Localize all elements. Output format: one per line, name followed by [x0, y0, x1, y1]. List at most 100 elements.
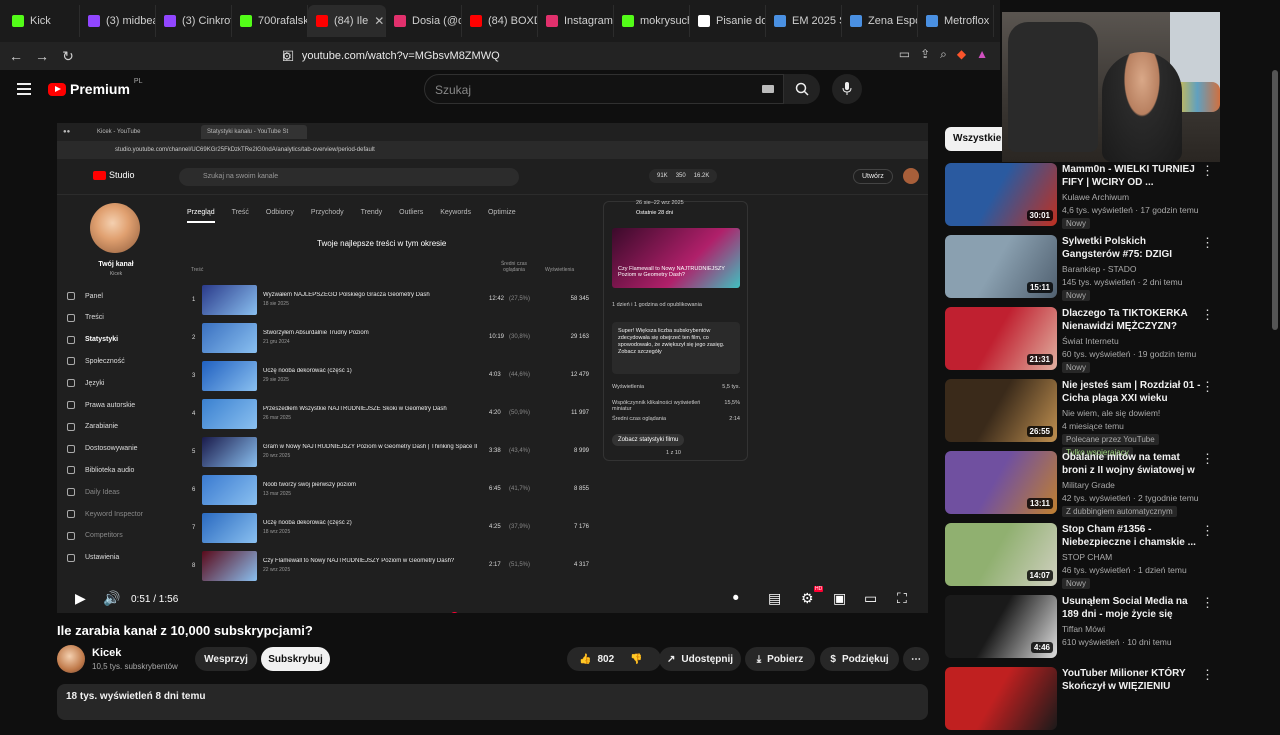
more-options-icon[interactable]: ⋮	[1201, 307, 1214, 323]
studio-sidebar-item: Biblioteka audio	[67, 463, 134, 477]
recommendation-channel[interactable]: Military Grade	[1062, 480, 1115, 490]
row-avg-percent: (27,5%)	[509, 296, 531, 302]
studio-sidebar-item: Treści	[67, 311, 104, 325]
tab-favicon-icon	[164, 15, 176, 27]
youtube-premium-logo[interactable]: Premium PL	[48, 78, 142, 97]
url-field[interactable]: ⚙ youtube.com/watch?v=MGbsvM8ZMWQ	[282, 46, 982, 66]
more-options-icon[interactable]: ⋮	[1201, 235, 1214, 251]
logo-text: Premium	[70, 81, 130, 97]
recommendation-title[interactable]: YouTuber Milioner KTÓRY Skończył w WIĘZI…	[1062, 667, 1202, 693]
play-icon[interactable]: ▶	[75, 590, 86, 607]
volume-icon[interactable]: 🔊	[103, 590, 120, 607]
browser-tab[interactable]: (84) BOXDE	[462, 5, 538, 37]
more-actions-button[interactable]: ⋯	[903, 647, 929, 671]
browser-tab[interactable]: (84) Ile ✕	[308, 5, 386, 37]
sidebar-item-icon	[67, 313, 75, 322]
tab-label: Instagram	[564, 15, 613, 27]
keyboard-icon[interactable]	[762, 85, 774, 93]
cast-icon[interactable]: ▭	[899, 47, 910, 62]
recommendation-item[interactable]: 26:55 Nie jesteś sam | Rozdział 01 - Cich…	[945, 379, 1275, 458]
recommendation-title[interactable]: Usunąłem Social Media na 189 dni - moje …	[1062, 595, 1202, 622]
top-content-title: Twoje najlepsze treści w tym okresie	[317, 239, 447, 248]
autoplay-toggle[interactable]: ⏺	[733, 592, 739, 605]
more-options-icon[interactable]: ⋮	[1201, 163, 1214, 179]
browser-tab[interactable]: Metroflox	[918, 5, 994, 37]
page-scrollbar[interactable]	[1272, 70, 1278, 330]
description-box[interactable]: 18 tys. wyświetleń 8 dni temu	[57, 684, 928, 720]
search-input[interactable]: Szukaj	[424, 74, 784, 104]
metric-value: 2:14	[729, 416, 740, 422]
download-button[interactable]: ⤓ Pobierz	[745, 647, 815, 671]
recommendation-channel[interactable]: Nie wiem, ale się dowiem!	[1062, 408, 1160, 418]
voice-search-button[interactable]	[832, 74, 862, 104]
tab-favicon-icon	[926, 15, 938, 27]
filter-chip-all[interactable]: Wszystkie	[945, 127, 1010, 151]
recommendation-channel[interactable]: STOP CHAM	[1062, 552, 1112, 562]
fullscreen-icon[interactable]: ⛶	[897, 590, 907, 607]
recommendation-item[interactable]: 15:11 Sylwetki Polskich Gangsterów #75: D…	[945, 235, 1275, 303]
browser-tab[interactable]: Kick	[4, 5, 80, 37]
browser-tab[interactable]: 700rafalski	[232, 5, 308, 37]
thanks-button[interactable]: $ Podziękuj	[820, 647, 899, 671]
recommendation-channel[interactable]: Świat Internetu	[1062, 336, 1119, 346]
close-tab-icon[interactable]: ✕	[374, 14, 384, 28]
duration-badge: 15:11	[1026, 282, 1053, 293]
theater-mode-icon[interactable]: ▭	[864, 590, 877, 607]
recommendation-title[interactable]: Mamm0n - WIELKI TURNIEJ FIFY | WCIRY OD …	[1062, 163, 1202, 189]
subtitles-icon[interactable]: ▤	[768, 590, 781, 607]
join-button[interactable]: Wesprzyj	[195, 647, 257, 671]
more-options-icon[interactable]: ⋮	[1201, 523, 1214, 539]
recommendation-channel[interactable]: Barankiep - STADO	[1062, 264, 1136, 274]
browser-tab[interactable]: Instagram	[538, 5, 614, 37]
settings-icon[interactable]: ⚙	[801, 590, 814, 607]
recommendation-channel[interactable]: Kulawe Archiwum	[1062, 192, 1129, 202]
browser-tab[interactable]: (3) midbeas	[80, 5, 156, 37]
site-info-icon[interactable]: ⚙	[282, 50, 292, 63]
like-icon[interactable]: 👍	[579, 654, 591, 665]
more-options-icon[interactable]: ⋮	[1201, 379, 1214, 395]
recommendation-item[interactable]: 4:46 Usunąłem Social Media na 189 dni - m…	[945, 595, 1275, 663]
menu-icon[interactable]	[17, 83, 31, 98]
share-button[interactable]: ↗ Udostępnij	[659, 647, 741, 671]
recommendation-title[interactable]: Dlaczego Ta TIKTOKERKA Nienawidzi MĘŻCZY…	[1062, 307, 1202, 333]
subscribe-button[interactable]: Subskrybuj	[261, 647, 330, 671]
more-options-icon[interactable]: ⋮	[1201, 667, 1214, 683]
recommendation-title[interactable]: Stop Cham #1356 - Niebezpieczne i chamsk…	[1062, 523, 1202, 549]
recommendation-item[interactable]: 30:01 Mamm0n - WIELKI TURNIEJ FIFY | WCIR…	[945, 163, 1275, 231]
miniplayer-icon[interactable]: ▣	[833, 590, 846, 607]
recommendation-channel[interactable]: Tiffan Mówi	[1062, 624, 1105, 634]
browser-tab[interactable]: (3) Cinkrofw	[156, 5, 232, 37]
browser-tab[interactable]: Pisanie do p	[690, 5, 766, 37]
microphone-icon	[842, 82, 852, 95]
brave-shield-icon[interactable]: ◆	[957, 47, 966, 62]
recommendation-title[interactable]: Nie jesteś sam | Rozdział 01 - Cicha pla…	[1062, 379, 1202, 405]
share-icon[interactable]: ⇪	[920, 47, 930, 62]
reload-icon[interactable]: ↻	[58, 48, 78, 65]
channel-avatar-owner[interactable]	[57, 645, 85, 673]
forward-icon[interactable]: →	[32, 48, 52, 64]
browser-tab[interactable]: EM 2025 Se	[766, 5, 842, 37]
like-count[interactable]: 802	[597, 654, 614, 665]
recommendation-title[interactable]: Sylwetki Polskich Gangsterów #75: DZIGI …	[1062, 235, 1202, 262]
back-icon[interactable]: ←	[6, 48, 26, 64]
zoom-icon[interactable]: ⌕	[940, 47, 947, 62]
more-options-icon[interactable]: ⋮	[1201, 451, 1214, 467]
channel-name[interactable]: Kicek	[92, 647, 121, 659]
browser-tab[interactable]: mokrysucha	[614, 5, 690, 37]
browser-tab[interactable]: Zena Espor	[842, 5, 918, 37]
studio-sidebar-item: Competitors	[67, 529, 123, 543]
dislike-icon[interactable]: 👎	[630, 654, 642, 665]
recommendation-item[interactable]: YouTuber Milioner KTÓRY Skończył w WIĘZI…	[945, 667, 1275, 735]
table-row: 2 Stworzyłem Absurdalnie Trudny Poziom 2…	[189, 321, 589, 357]
search-button[interactable]	[784, 74, 820, 104]
recommendation-thumbnail[interactable]	[945, 667, 1057, 730]
rewards-icon[interactable]: ▲	[976, 47, 988, 62]
more-options-icon[interactable]: ⋮	[1201, 595, 1214, 611]
video-player[interactable]: ●● Kicek - YouTube Statystyki kanału - Y…	[57, 123, 928, 613]
recommendation-item[interactable]: 14:07 Stop Cham #1356 - Niebezpieczne i c…	[945, 523, 1275, 591]
recommendation-title[interactable]: Obalanie mitów na temat broni z II wojny…	[1062, 451, 1202, 478]
recommendation-item[interactable]: 13:11 Obalanie mitów na temat broni z II …	[945, 451, 1275, 519]
studio-topbar: Studio Szukaj na swoim kanale 91K 350 16.2…	[57, 159, 928, 195]
browser-tab[interactable]: Dosia (@do	[386, 5, 462, 37]
recommendation-item[interactable]: 21:31 Dlaczego Ta TIKTOKERKA Nienawidzi M…	[945, 307, 1275, 375]
